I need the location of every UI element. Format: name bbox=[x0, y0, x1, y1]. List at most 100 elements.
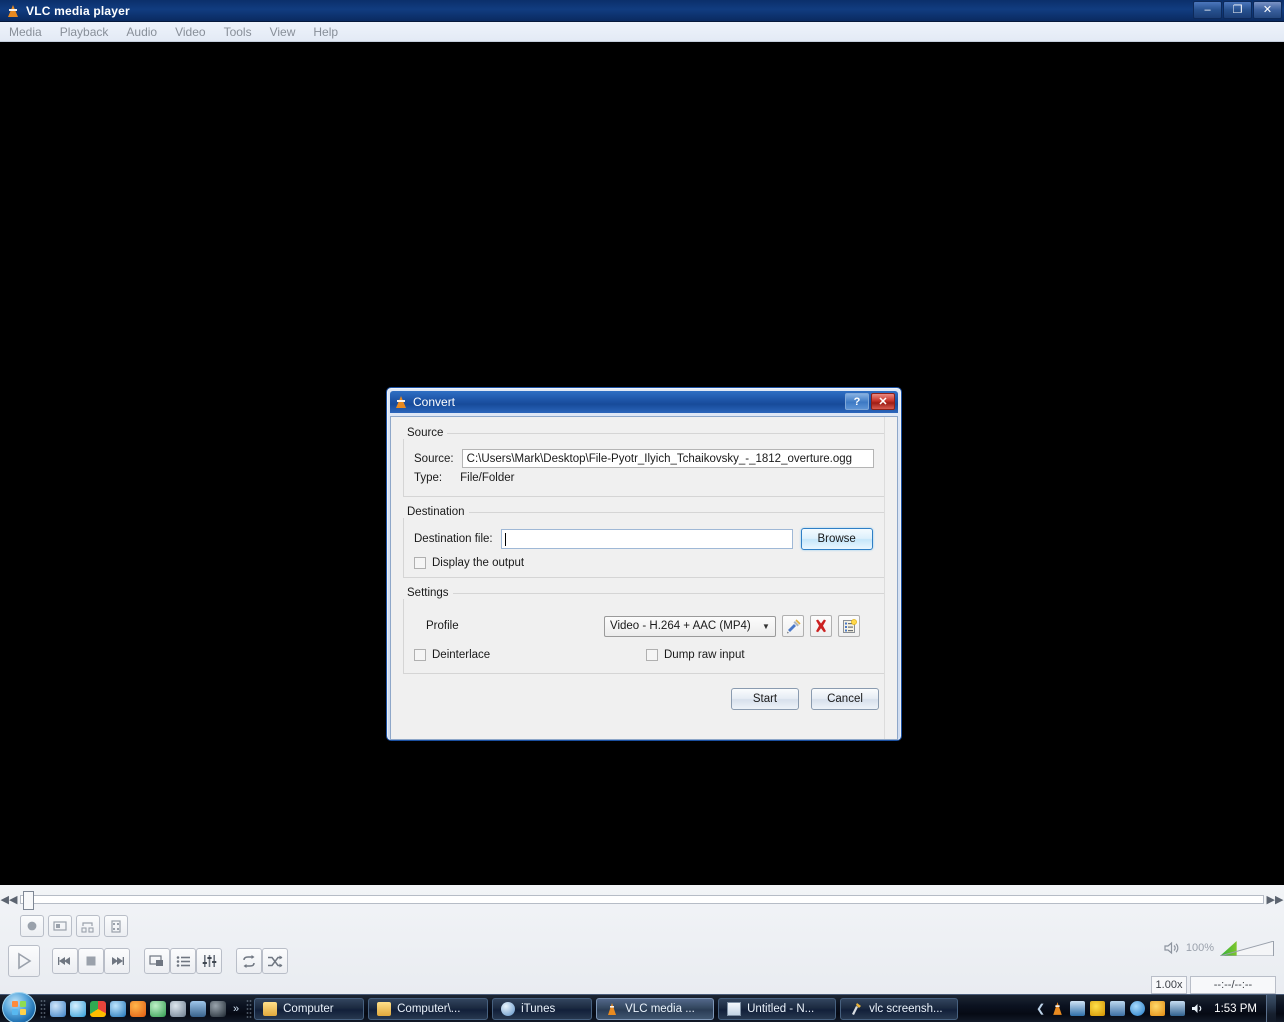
source-group-title: Source bbox=[407, 427, 444, 439]
vlc-cone-icon[interactable] bbox=[1050, 1001, 1065, 1016]
steam-icon[interactable] bbox=[210, 1000, 226, 1017]
ab-loop-button[interactable] bbox=[76, 915, 100, 937]
playback-speed[interactable]: 1.00x bbox=[1151, 976, 1187, 994]
fullscreen-button[interactable] bbox=[144, 948, 170, 974]
desktop-icon[interactable] bbox=[190, 1000, 206, 1017]
globe-grey-icon[interactable] bbox=[170, 1000, 186, 1017]
snapshot-button[interactable] bbox=[48, 915, 72, 937]
text-caret bbox=[504, 533, 506, 546]
messenger-icon[interactable] bbox=[1130, 1001, 1146, 1016]
deinterlace-row[interactable]: Deinterlace bbox=[414, 649, 646, 661]
maximize-button[interactable]: ❐ bbox=[1223, 0, 1252, 19]
destination-group: Destination Destination file: Browse Dis… bbox=[403, 506, 885, 578]
menu-playback[interactable]: Playback bbox=[51, 23, 118, 41]
taskbar-item-label: Untitled - N... bbox=[747, 1002, 815, 1015]
new-profile-button[interactable] bbox=[838, 615, 860, 637]
secondary-buttons bbox=[20, 915, 128, 937]
speaker-icon[interactable] bbox=[1164, 941, 1180, 955]
playlist-button[interactable] bbox=[170, 948, 196, 974]
dialog-help-button[interactable]: ? bbox=[845, 393, 869, 410]
stop-button[interactable] bbox=[78, 948, 104, 974]
skip-forward-icon[interactable]: ▶▶ bbox=[1266, 893, 1284, 906]
close-button[interactable]: ✕ bbox=[1253, 0, 1282, 19]
update-icon[interactable] bbox=[1150, 1001, 1166, 1016]
destination-group-title: Destination bbox=[407, 506, 465, 518]
profile-select[interactable]: Video - H.264 + AAC (MP4) ▼ bbox=[604, 615, 776, 637]
taskbar-clock[interactable]: 1:53 PM bbox=[1210, 1003, 1257, 1015]
destination-file-label: Destination file: bbox=[414, 533, 493, 545]
next-button[interactable] bbox=[104, 948, 130, 974]
dump-raw-row[interactable]: Dump raw input bbox=[646, 649, 745, 661]
dialog-scrollbar[interactable] bbox=[884, 417, 897, 739]
menu-media[interactable]: Media bbox=[0, 23, 51, 41]
show-desktop-button[interactable] bbox=[1266, 994, 1276, 1022]
printer-icon[interactable] bbox=[1110, 1001, 1126, 1016]
volume-icon[interactable] bbox=[1190, 1001, 1205, 1016]
dialog-close-button[interactable]: ✕ bbox=[871, 393, 895, 410]
firefox-icon[interactable] bbox=[130, 1000, 146, 1017]
media-icon[interactable] bbox=[70, 1000, 86, 1017]
quicklaunch-overflow-icon[interactable]: » bbox=[230, 1003, 242, 1015]
taskbar-item-computer[interactable]: Computer bbox=[254, 997, 365, 1020]
folder-icon bbox=[263, 1001, 278, 1016]
taskbar-item-screenshot[interactable]: vlc screensh... bbox=[840, 997, 959, 1020]
loop-button[interactable] bbox=[236, 948, 262, 974]
antivirus-icon[interactable] bbox=[1090, 1001, 1106, 1016]
battery-icon[interactable] bbox=[1070, 1001, 1086, 1016]
primary-buttons bbox=[8, 945, 288, 977]
source-label: Source: bbox=[414, 452, 454, 465]
equalizer-button[interactable] bbox=[196, 948, 222, 974]
settings-group-title: Settings bbox=[407, 587, 449, 599]
skip-backward-icon[interactable]: ◀◀ bbox=[0, 893, 18, 906]
taskbar-item-vlc[interactable]: VLC media ... bbox=[596, 997, 715, 1020]
status-indicators: 1.00x --:--/--:-- bbox=[1151, 976, 1276, 994]
taskbar-item-notepad[interactable]: Untitled - N... bbox=[718, 997, 837, 1020]
shuffle-button[interactable] bbox=[262, 948, 288, 974]
taskbar-item-computer-2[interactable]: Computer\... bbox=[368, 997, 489, 1020]
frame-by-frame-button[interactable] bbox=[104, 915, 128, 937]
settings-checkboxes: Deinterlace Dump raw input bbox=[414, 649, 874, 661]
deinterlace-checkbox[interactable] bbox=[414, 649, 426, 661]
edit-profile-button[interactable] bbox=[782, 615, 804, 637]
delete-profile-button[interactable] bbox=[810, 615, 832, 637]
destination-file-input[interactable] bbox=[500, 529, 793, 549]
display-output-label: Display the output bbox=[432, 557, 525, 569]
record-button[interactable] bbox=[20, 915, 44, 937]
source-value: C:\Users\Mark\Desktop\File-Pyotr_Ilyich_… bbox=[461, 449, 874, 468]
seek-slider[interactable] bbox=[20, 890, 1264, 910]
internet-explorer-icon[interactable] bbox=[110, 1000, 126, 1017]
cancel-button[interactable]: Cancel bbox=[811, 688, 879, 710]
display-output-row[interactable]: Display the output bbox=[414, 557, 874, 569]
folder-icon bbox=[377, 1001, 392, 1016]
dialog-footer: Start Cancel bbox=[403, 688, 885, 710]
menu-view[interactable]: View bbox=[261, 23, 305, 41]
window-title: VLC media player bbox=[26, 3, 130, 18]
chrome-icon[interactable] bbox=[90, 1000, 106, 1017]
minimize-button[interactable]: – bbox=[1193, 0, 1222, 19]
dialog-title: Convert bbox=[413, 395, 456, 409]
taskbar-grip[interactable] bbox=[246, 998, 253, 1019]
play-button[interactable] bbox=[8, 945, 40, 977]
globe-green-icon[interactable] bbox=[150, 1000, 166, 1017]
taskbar-item-label: vlc screensh... bbox=[869, 1002, 943, 1015]
start-button[interactable]: Start bbox=[731, 688, 799, 710]
menu-audio[interactable]: Audio bbox=[117, 23, 166, 41]
volume-percent: 100% bbox=[1185, 942, 1214, 954]
deinterlace-label: Deinterlace bbox=[432, 649, 491, 661]
menu-help[interactable]: Help bbox=[304, 23, 347, 41]
volume-slider[interactable] bbox=[1220, 939, 1276, 957]
network-icon[interactable] bbox=[1170, 1001, 1186, 1016]
taskbar-item-itunes[interactable]: iTunes bbox=[492, 997, 593, 1020]
dump-raw-checkbox[interactable] bbox=[646, 649, 658, 661]
tray-expand-icon[interactable]: ❮ bbox=[1036, 1002, 1045, 1015]
display-output-checkbox[interactable] bbox=[414, 557, 426, 569]
previous-button[interactable] bbox=[52, 948, 78, 974]
browse-button[interactable]: Browse bbox=[800, 528, 873, 550]
seek-handle[interactable] bbox=[23, 890, 34, 910]
start-button[interactable] bbox=[0, 991, 40, 1022]
ie-blue-icon[interactable] bbox=[50, 1000, 66, 1017]
menu-video[interactable]: Video bbox=[166, 23, 214, 41]
time-display[interactable]: --:--/--:-- bbox=[1190, 976, 1276, 994]
menu-tools[interactable]: Tools bbox=[215, 23, 261, 41]
quicklaunch-grip[interactable] bbox=[40, 998, 46, 1019]
